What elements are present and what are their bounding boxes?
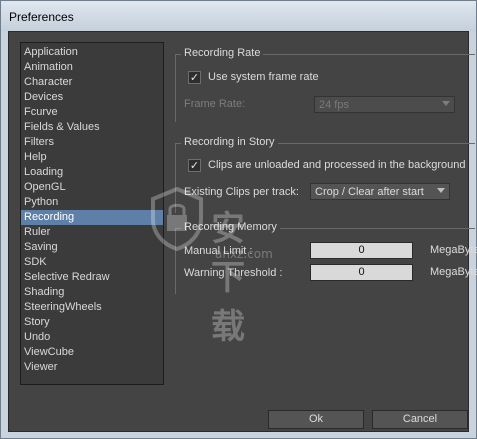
warning-threshold-label: Warning Threshold :	[184, 267, 283, 279]
use-system-frame-rate-row[interactable]: ✓ Use system frame rate	[188, 69, 319, 85]
category-item-saving[interactable]: Saving	[21, 240, 163, 255]
checkmark-icon: ✓	[189, 158, 200, 172]
warning-threshold-field[interactable]: 0	[310, 264, 413, 281]
existing-clips-select[interactable]: Crop / Clear after start	[310, 183, 450, 200]
clips-unloaded-row[interactable]: ✓ Clips are unloaded and processed in th…	[188, 157, 465, 173]
category-item-sdk[interactable]: SDK	[21, 255, 163, 270]
category-item-viewer[interactable]: Viewer	[21, 360, 163, 375]
category-item-application[interactable]: Application	[21, 45, 163, 60]
recording-in-story-title: Recording in Story	[181, 136, 278, 148]
category-item-ruler[interactable]: Ruler	[21, 225, 163, 240]
manual-limit-field[interactable]: 0	[310, 242, 413, 259]
use-system-frame-rate-label: Use system frame rate	[208, 71, 319, 83]
warning-threshold-unit: MegaBytes	[430, 266, 477, 278]
category-item-fcurve[interactable]: Fcurve	[21, 105, 163, 120]
manual-limit-unit: MegaBytes	[430, 244, 477, 256]
clips-unloaded-checkbox[interactable]: ✓	[188, 158, 201, 172]
manual-limit-label: Manual Limit :	[184, 245, 253, 257]
existing-clips-value: Crop / Clear after start	[315, 185, 424, 198]
frame-rate-label: Frame Rate:	[184, 98, 246, 110]
category-item-loading[interactable]: Loading	[21, 165, 163, 180]
category-item-steeringwheels[interactable]: SteeringWheels	[21, 300, 163, 315]
preferences-window: Preferences Application Animation Characte…	[0, 0, 477, 439]
checkmark-icon: ✓	[189, 70, 200, 84]
frame-rate-select[interactable]: 24 fps	[314, 96, 455, 113]
chevron-down-icon	[437, 188, 445, 193]
use-system-frame-rate-checkbox[interactable]: ✓	[188, 70, 201, 84]
category-item-devices[interactable]: Devices	[21, 90, 163, 105]
category-item-python[interactable]: Python	[21, 195, 163, 210]
category-item-undo[interactable]: Undo	[21, 330, 163, 345]
clips-unloaded-label: Clips are unloaded and processed in the …	[208, 159, 466, 171]
category-item-filters[interactable]: Filters	[21, 135, 163, 150]
category-item-fields-values[interactable]: Fields & Values	[21, 120, 163, 135]
category-item-help[interactable]: Help	[21, 150, 163, 165]
category-item-selective-redraw[interactable]: Selective Redraw	[21, 270, 163, 285]
existing-clips-label: Existing Clips per track:	[184, 186, 299, 198]
recording-memory-title: Recording Memory	[181, 221, 280, 233]
category-item-recording[interactable]: Recording	[21, 210, 163, 225]
category-list[interactable]: Application Animation Character Devices Fcur…	[20, 42, 164, 385]
title-bar[interactable]: Preferences	[1, 1, 476, 31]
recording-rate-title: Recording Rate	[181, 47, 264, 59]
category-item-shading[interactable]: Shading	[21, 285, 163, 300]
category-item-story[interactable]: Story	[21, 315, 163, 330]
recording-memory-group: Recording Memory Manual Limit : 0 MegaBy…	[175, 221, 477, 294]
cancel-button[interactable]: Cancel	[372, 410, 468, 429]
chevron-down-icon	[442, 101, 450, 106]
frame-rate-value: 24 fps	[319, 98, 349, 111]
recording-rate-group: Recording Rate ✓ Use system frame rate F…	[175, 47, 475, 122]
recording-in-story-group: Recording in Story ✓ Clips are unloaded …	[175, 136, 475, 213]
window-title: Preferences	[9, 10, 74, 24]
ok-button[interactable]: Ok	[268, 410, 364, 429]
category-item-opengl[interactable]: OpenGL	[21, 180, 163, 195]
category-item-viewcube[interactable]: ViewCube	[21, 345, 163, 360]
category-item-animation[interactable]: Animation	[21, 60, 163, 75]
category-item-character[interactable]: Character	[21, 75, 163, 90]
dialog-body: Application Animation Character Devices Fcur…	[8, 31, 477, 432]
